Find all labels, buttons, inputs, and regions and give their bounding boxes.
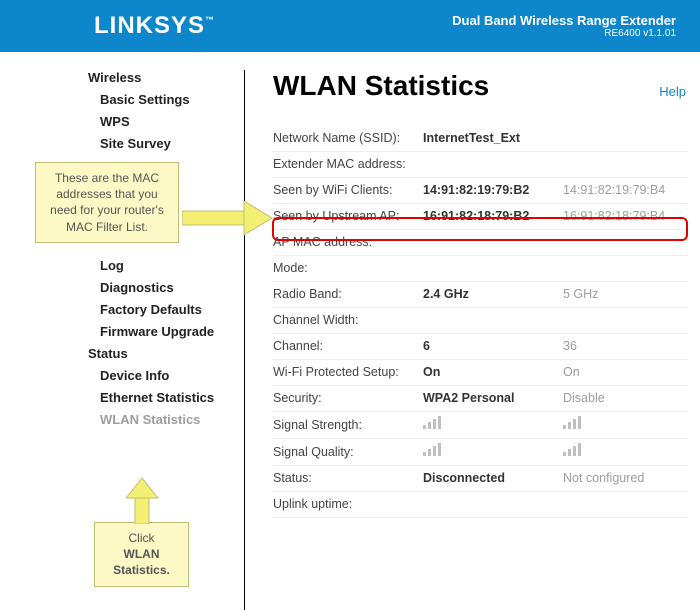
row-value-1: WPA2 Personal: [423, 386, 563, 412]
row-value-1: InternetTest_Ext: [423, 126, 563, 152]
row-label: Status:: [273, 466, 423, 492]
table-row: Uplink uptime:: [273, 492, 688, 518]
row-value-1: [423, 256, 563, 282]
sidebar-item-firmware-upgrade[interactable]: Firmware Upgrade: [88, 324, 244, 339]
sidebar-item-diagnostics[interactable]: Diagnostics: [88, 280, 244, 295]
sidebar-item-wlan-statistics[interactable]: WLAN Statistics: [88, 412, 244, 427]
table-row: AP MAC address:: [273, 230, 688, 256]
row-label: Seen by WiFi Clients:: [273, 178, 423, 204]
row-value-1: 6: [423, 334, 563, 360]
table-row: Signal Strength:: [273, 412, 688, 439]
row-value-2: Disable: [563, 386, 688, 412]
sidebar-group-wireless: Wireless: [88, 70, 244, 85]
row-value-1: [423, 412, 563, 439]
row-value-2: [563, 412, 688, 439]
table-row: Channel:636: [273, 334, 688, 360]
callout-top-text: These are the MAC addresses that you nee…: [50, 171, 164, 234]
row-label: Channel Width:: [273, 308, 423, 334]
table-row: Security:WPA2 PersonalDisable: [273, 386, 688, 412]
row-value-2: 14:91:82:19:79:B4: [563, 178, 688, 204]
table-row: Seen by WiFi Clients:14:91:82:19:79:B214…: [273, 178, 688, 204]
row-label: Wi-Fi Protected Setup:: [273, 360, 423, 386]
main: Help WLAN Statistics Network Name (SSID)…: [245, 70, 700, 610]
table-row: Network Name (SSID):InternetTest_Ext: [273, 126, 688, 152]
row-value-1: Disconnected: [423, 466, 563, 492]
stats-table: Network Name (SSID):InternetTest_ExtExte…: [273, 126, 688, 518]
callout-mac-addresses: These are the MAC addresses that you nee…: [35, 162, 179, 243]
sidebar-item-factory-defaults[interactable]: Factory Defaults: [88, 302, 244, 317]
row-label: Security:: [273, 386, 423, 412]
row-value-2: [563, 126, 688, 152]
sidebar-item-ethernet-statistics[interactable]: Ethernet Statistics: [88, 390, 244, 405]
header-right: Dual Band Wireless Range Extender RE6400…: [452, 13, 676, 39]
row-value-2: [563, 152, 688, 178]
row-value-1: 14:91:82:19:79:B2: [423, 178, 563, 204]
product-model: RE6400 v1.1.01: [452, 28, 676, 39]
sidebar-item-log[interactable]: Log: [88, 258, 244, 273]
logo: LINKSYS™: [94, 12, 215, 40]
row-value-2: 16:91:82:18:79:B4: [563, 204, 688, 230]
table-row: Wi-Fi Protected Setup:OnOn: [273, 360, 688, 386]
table-row: Mode:: [273, 256, 688, 282]
table-row: Seen by Upstream AP:16:91:82:18:79:B216:…: [273, 204, 688, 230]
table-row: Extender MAC address:: [273, 152, 688, 178]
row-value-2: Not configured: [563, 466, 688, 492]
row-label: Signal Strength:: [273, 412, 423, 439]
help-link[interactable]: Help: [659, 84, 686, 99]
row-label: AP MAC address:: [273, 230, 423, 256]
row-value-2: [563, 256, 688, 282]
header-bar: LINKSYS™ Dual Band Wireless Range Extend…: [0, 0, 700, 52]
row-label: Signal Quality:: [273, 439, 423, 466]
row-value-2: On: [563, 360, 688, 386]
row-label: Channel:: [273, 334, 423, 360]
row-value-2: [563, 492, 688, 518]
page-title: WLAN Statistics: [273, 70, 688, 102]
arrow-right-icon: [182, 195, 274, 241]
row-value-1: 2.4 GHz: [423, 282, 563, 308]
row-value-1: [423, 308, 563, 334]
table-row: Channel Width:: [273, 308, 688, 334]
row-value-1: On: [423, 360, 563, 386]
row-value-2: 36: [563, 334, 688, 360]
callout-click-wlan: Click WLAN Statistics.: [94, 522, 189, 587]
row-value-2: [563, 308, 688, 334]
row-value-1: 16:91:82:18:79:B2: [423, 204, 563, 230]
row-label: Uplink uptime:: [273, 492, 423, 518]
sidebar-item-device-info[interactable]: Device Info: [88, 368, 244, 383]
row-value-2: [563, 439, 688, 466]
row-value-2: [563, 230, 688, 256]
callout-bottom-line1: Click: [129, 531, 155, 545]
table-row: Status:DisconnectedNot configured: [273, 466, 688, 492]
logo-tm: ™: [205, 15, 215, 25]
logo-text: LINKSYS: [94, 12, 205, 39]
row-value-1: [423, 152, 563, 178]
row-value-1: [423, 492, 563, 518]
row-value-1: [423, 439, 563, 466]
row-label: Radio Band:: [273, 282, 423, 308]
product-title: Dual Band Wireless Range Extender: [452, 13, 676, 28]
row-label: Extender MAC address:: [273, 152, 423, 178]
callout-bottom-line2: WLAN Statistics.: [113, 547, 170, 577]
row-label: Seen by Upstream AP:: [273, 204, 423, 230]
row-label: Mode:: [273, 256, 423, 282]
arrow-up-icon: [122, 476, 162, 524]
sidebar-item-wps[interactable]: WPS: [88, 114, 244, 129]
sidebar-group-status: Status: [88, 346, 244, 361]
sidebar-item-site-survey[interactable]: Site Survey: [88, 136, 244, 151]
row-value-2: 5 GHz: [563, 282, 688, 308]
table-row: Signal Quality:: [273, 439, 688, 466]
row-label: Network Name (SSID):: [273, 126, 423, 152]
sidebar-item-basic-settings[interactable]: Basic Settings: [88, 92, 244, 107]
table-row: Radio Band:2.4 GHz5 GHz: [273, 282, 688, 308]
row-value-1: [423, 230, 563, 256]
